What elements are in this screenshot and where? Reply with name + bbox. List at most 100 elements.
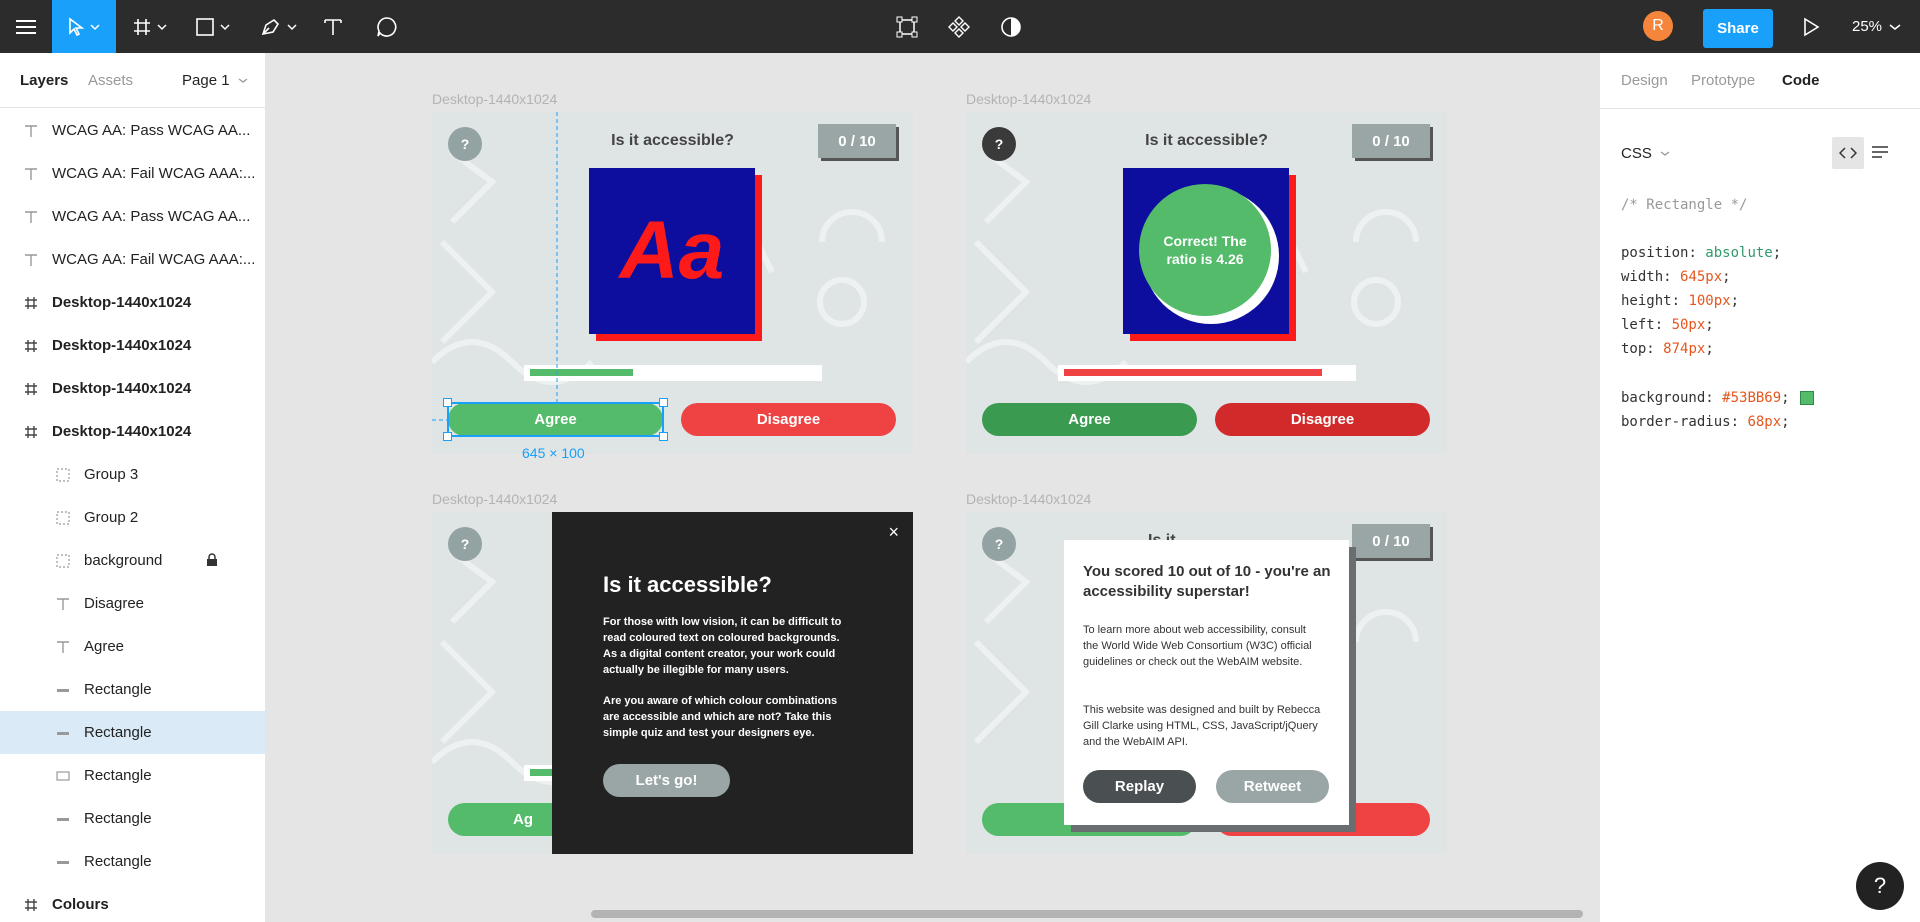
mask-icon[interactable]	[996, 0, 1026, 53]
text-layer-icon	[22, 208, 40, 226]
css-value: 874px	[1663, 341, 1706, 357]
move-tool-icon[interactable]	[52, 0, 116, 53]
layer-row[interactable]: WCAG AA: Fail WCAG AAA:...	[0, 152, 265, 195]
divider	[1600, 108, 1920, 109]
lets-go-button[interactable]: Let's go!	[603, 764, 730, 797]
css-key: border-radius	[1621, 414, 1731, 430]
css-key: width	[1621, 269, 1664, 285]
layer-row[interactable]: Group 2	[0, 496, 265, 539]
avatar[interactable]: R	[1643, 11, 1673, 41]
help-question-button[interactable]: ?	[982, 527, 1016, 561]
result-paragraph-1: To learn more about web accessibility, c…	[1083, 624, 1312, 668]
comment-tool-icon[interactable]	[372, 0, 402, 53]
layer-row[interactable]: Desktop-1440x1024	[0, 281, 265, 324]
layer-row[interactable]: Agree	[0, 625, 265, 668]
layer-row[interactable]: Disagree	[0, 582, 265, 625]
quiz-frame-3[interactable]: ? Ag × Is it accessible? For those with …	[432, 512, 913, 854]
zoom-dropdown[interactable]: 25%	[1852, 0, 1902, 53]
code-comment: /* Rectangle */	[1621, 197, 1748, 213]
intro-paragraph-1: For those with low vision, it can be dif…	[603, 616, 842, 676]
css-semicolon: ;	[1730, 293, 1740, 309]
line-layer-icon	[54, 810, 72, 828]
group-layer-icon	[54, 509, 72, 527]
help-question-button[interactable]: ?	[448, 527, 482, 561]
css-key: left	[1621, 317, 1655, 333]
frame-label[interactable]: Desktop-1440x1024	[966, 491, 1091, 507]
layer-row[interactable]: Desktop-1440x1024	[0, 367, 265, 410]
language-dropdown[interactable]: CSS	[1621, 145, 1670, 162]
layer-row[interactable]: Group 3	[0, 453, 265, 496]
tab-design[interactable]: Design	[1621, 72, 1668, 89]
group-layer-icon	[54, 552, 72, 570]
page-selector[interactable]: Page 1	[182, 72, 248, 89]
pen-tool-icon[interactable]	[256, 0, 306, 53]
layer-row[interactable]: Rectangle	[0, 797, 265, 840]
css-property: position: absolute;	[1621, 245, 1781, 261]
tab-prototype[interactable]: Prototype	[1691, 72, 1755, 89]
layer-label: Rectangle	[84, 681, 152, 698]
resize-handle[interactable]	[659, 398, 668, 407]
lock-icon[interactable]	[206, 553, 218, 571]
language-label: CSS	[1621, 145, 1652, 162]
replay-button[interactable]: Replay	[1083, 770, 1196, 803]
progress-fill	[1064, 369, 1322, 376]
tab-assets[interactable]: Assets	[88, 72, 133, 89]
quiz-frame-1[interactable]: ? Is it accessible? 0 / 10 Aa Agree Disa…	[432, 112, 913, 454]
layer-row[interactable]: Rectangle	[0, 668, 265, 711]
layer-label: Colours	[52, 896, 109, 913]
score-badge: 0 / 10	[1352, 124, 1430, 158]
line-layer-icon	[54, 681, 72, 699]
layer-label: Desktop-1440x1024	[52, 380, 192, 397]
page-label: Page 1	[182, 72, 230, 89]
layers-panel: Layers Assets Page 1 WCAG AA: Pass WCAG …	[0, 53, 266, 922]
component-icon[interactable]	[944, 0, 974, 53]
close-icon[interactable]: ×	[888, 522, 899, 543]
frame-tool-icon[interactable]	[128, 0, 176, 53]
play-icon[interactable]	[1796, 0, 1826, 53]
canvas[interactable]: Desktop-1440x1024 ? Is it accessible? 0 …	[266, 53, 1599, 922]
edit-object-icon[interactable]	[892, 0, 922, 53]
layer-row[interactable]: Colours	[0, 883, 265, 922]
line-layer-icon	[54, 724, 72, 742]
css-separator: :	[1688, 245, 1706, 261]
quiz-frame-4[interactable]: ? Is it accessible? 0 / 10 You scored 10…	[966, 512, 1447, 854]
resize-handle[interactable]	[659, 432, 668, 441]
share-button[interactable]: Share	[1703, 9, 1773, 48]
layer-label: Desktop-1440x1024	[52, 294, 192, 311]
css-key: height	[1621, 293, 1672, 309]
layer-row[interactable]: WCAG AA: Pass WCAG AA...	[0, 109, 265, 152]
retweet-button[interactable]: Retweet	[1216, 770, 1329, 803]
css-value: absolute	[1705, 245, 1773, 261]
rect-layer-icon	[54, 767, 72, 785]
frame-label[interactable]: Desktop-1440x1024	[432, 91, 557, 107]
frame-label[interactable]: Desktop-1440x1024	[966, 91, 1091, 107]
resize-handle[interactable]	[443, 432, 452, 441]
text-tool-icon[interactable]	[318, 0, 348, 53]
layer-row[interactable]: Rectangle	[0, 754, 265, 797]
tab-code[interactable]: Code	[1782, 72, 1820, 89]
quiz-frame-2[interactable]: ? Is it accessible? 0 / 10 Correct! The …	[966, 112, 1447, 454]
layer-row[interactable]: WCAG AA: Pass WCAG AA...	[0, 195, 265, 238]
score-badge: 0 / 10	[1352, 524, 1430, 558]
help-button[interactable]: ?	[1856, 862, 1904, 910]
shape-tool-icon[interactable]	[190, 0, 240, 53]
tab-layers[interactable]: Layers	[20, 72, 68, 89]
layer-row[interactable]: Desktop-1440x1024	[0, 410, 265, 453]
horizontal-scrollbar[interactable]	[591, 910, 1583, 918]
css-property: left: 50px;	[1621, 317, 1714, 333]
css-separator: :	[1730, 414, 1748, 430]
layer-row[interactable]: Rectangle	[0, 711, 265, 754]
layer-row[interactable]: Rectangle	[0, 840, 265, 883]
resize-handle[interactable]	[443, 398, 452, 407]
layer-row[interactable]: background	[0, 539, 265, 582]
frame-label[interactable]: Desktop-1440x1024	[432, 491, 557, 507]
layer-row[interactable]: Desktop-1440x1024	[0, 324, 265, 367]
menu-icon[interactable]	[0, 0, 52, 53]
code-view-icon[interactable]	[1832, 137, 1864, 169]
selection-box[interactable]	[447, 402, 664, 437]
agree-button[interactable]: Agree	[982, 403, 1197, 436]
layer-row[interactable]: WCAG AA: Fail WCAG AAA:...	[0, 238, 265, 281]
disagree-button[interactable]: Disagree	[681, 403, 896, 436]
disagree-button[interactable]: Disagree	[1215, 403, 1430, 436]
list-view-icon[interactable]	[1871, 145, 1889, 164]
